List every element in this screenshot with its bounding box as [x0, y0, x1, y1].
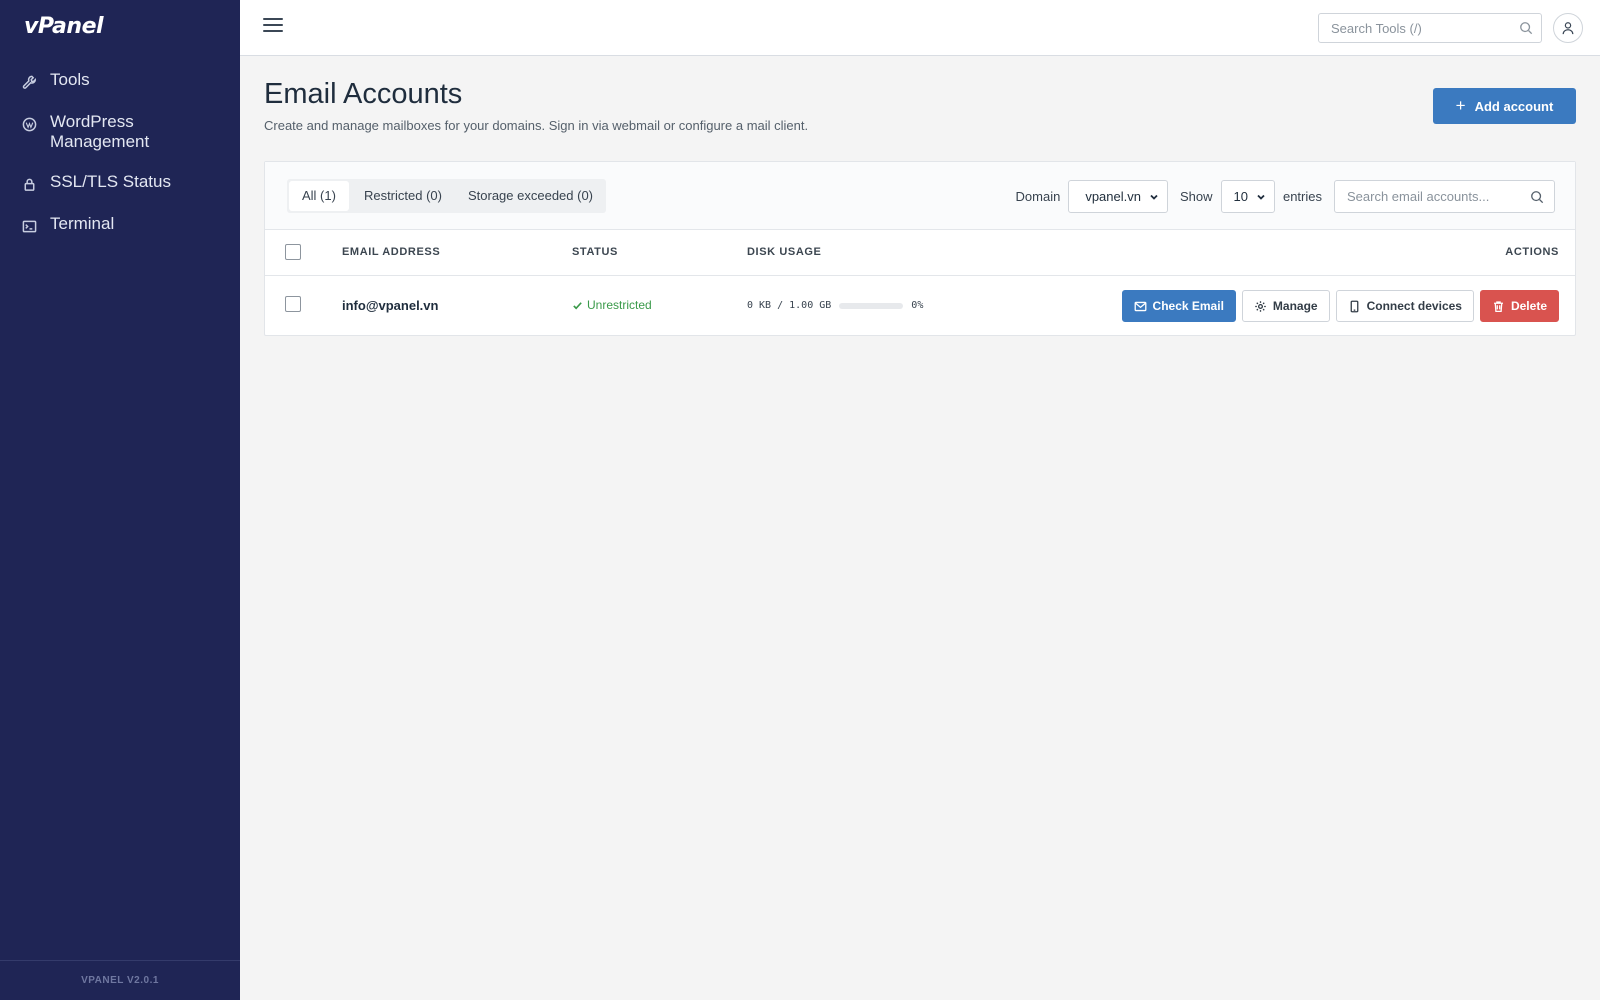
- connect-devices-label: Connect devices: [1366, 299, 1462, 313]
- manage-button[interactable]: Manage: [1241, 290, 1330, 322]
- add-account-label: Add account: [1474, 98, 1554, 114]
- sidebar: vPanel Tools WordPress Management SSL/TL…: [0, 0, 240, 1000]
- wrench-icon: [20, 72, 38, 92]
- disk-usage-text: 0 KB / 1.00 GB: [747, 300, 832, 311]
- sidebar-item-ssl[interactable]: SSL/TLS Status: [0, 168, 240, 198]
- sidebar-item-label: SSL/TLS Status: [50, 172, 171, 191]
- header-status: STATUS: [572, 246, 618, 258]
- chevron-down-icon: [1257, 194, 1265, 200]
- status-badge: Unrestricted: [572, 298, 652, 312]
- sidebar-nav: Tools WordPress Management SSL/TLS Statu…: [0, 66, 240, 252]
- email-address: info@vpanel.vn: [342, 298, 439, 313]
- account-search-input[interactable]: [1335, 181, 1515, 212]
- disk-usage-bar: [839, 302, 904, 309]
- tab-all[interactable]: All (1): [289, 181, 349, 211]
- row-actions: Check Email Manage Connect devices Delet…: [1116, 290, 1559, 322]
- trash-icon: [1494, 300, 1503, 312]
- page-size-select[interactable]: 10: [1220, 180, 1275, 213]
- status-text: Unrestricted: [587, 298, 652, 312]
- sidebar-item-wordpress[interactable]: WordPress Management: [0, 108, 240, 156]
- sidebar-item-tools[interactable]: Tools: [0, 66, 240, 96]
- email-accounts-card: All (1) Restricted (0) Storage exceeded …: [264, 161, 1576, 336]
- add-account-button[interactable]: + Add account: [1433, 88, 1576, 124]
- domain-label: Domain: [1015, 189, 1061, 204]
- tab-storage-exceeded[interactable]: Storage exceeded (0): [455, 179, 606, 213]
- tool-search: [1318, 13, 1542, 43]
- search-icon: [1520, 22, 1533, 35]
- terminal-icon: [20, 216, 38, 236]
- card-toolbar: All (1) Restricted (0) Storage exceeded …: [265, 162, 1575, 230]
- manage-label: Manage: [1272, 299, 1318, 313]
- delete-label: Delete: [1510, 299, 1547, 313]
- sidebar-item-label: WordPress Management: [50, 112, 150, 151]
- gear-icon: [1255, 300, 1266, 312]
- page-size-value: 10: [1233, 189, 1248, 204]
- check-email-button[interactable]: Check Email: [1121, 290, 1236, 322]
- disk-usage-percent: 0%: [911, 300, 924, 311]
- page-title: Email Accounts: [264, 78, 463, 110]
- envelope-icon: [1134, 301, 1146, 311]
- lock-icon: [20, 174, 38, 194]
- header-disk: DISK USAGE: [747, 246, 822, 258]
- connect-devices-button[interactable]: Connect devices: [1335, 290, 1474, 322]
- select-all-checkbox[interactable]: [285, 244, 301, 260]
- delete-button[interactable]: Delete: [1479, 290, 1559, 322]
- table-filters: Domain vpanel.vn Show 10 entries: [1016, 180, 1555, 213]
- topbar: [240, 0, 1600, 56]
- domain-select-value: vpanel.vn: [1085, 189, 1141, 204]
- header-email: EMAIL ADDRESS: [342, 246, 441, 258]
- version-label: VPANEL V2.0.1: [0, 960, 240, 1000]
- user-menu-button[interactable]: [1553, 13, 1583, 43]
- row-checkbox[interactable]: [285, 296, 301, 312]
- entries-label: entries: [1282, 189, 1322, 204]
- sidebar-item-label: Terminal: [50, 214, 115, 233]
- sidebar-item-terminal[interactable]: Terminal: [0, 210, 240, 240]
- tab-restricted[interactable]: Restricted (0): [351, 179, 455, 213]
- tool-search-input[interactable]: [1319, 14, 1509, 42]
- domain-select[interactable]: vpanel.vn: [1068, 180, 1168, 213]
- chevron-down-icon: [1150, 194, 1158, 200]
- logo: vPanel: [24, 14, 104, 39]
- filter-tabs: All (1) Restricted (0) Storage exceeded …: [287, 179, 607, 213]
- check-email-label: Check Email: [1152, 299, 1224, 313]
- wordpress-icon: [20, 114, 38, 134]
- plus-icon: +: [1455, 96, 1466, 115]
- disk-usage: 0 KB / 1.00 GB 0%: [747, 300, 923, 311]
- table-row: info@vpanel.vn Unrestricted 0 KB / 1.00 …: [265, 276, 1575, 336]
- check-icon: [573, 301, 582, 309]
- menu-toggle-icon[interactable]: [263, 18, 283, 38]
- account-search: [1334, 180, 1555, 213]
- page-description: Create and manage mailboxes for your dom…: [264, 118, 809, 133]
- phone-icon: [1350, 300, 1358, 312]
- sidebar-item-label: Tools: [50, 70, 90, 89]
- table-header: EMAIL ADDRESS STATUS DISK USAGE ACTIONS: [265, 230, 1575, 276]
- show-label: Show: [1179, 189, 1213, 204]
- search-icon: [1531, 191, 1544, 204]
- header-actions: ACTIONS: [1505, 246, 1559, 258]
- user-icon: [1562, 22, 1574, 35]
